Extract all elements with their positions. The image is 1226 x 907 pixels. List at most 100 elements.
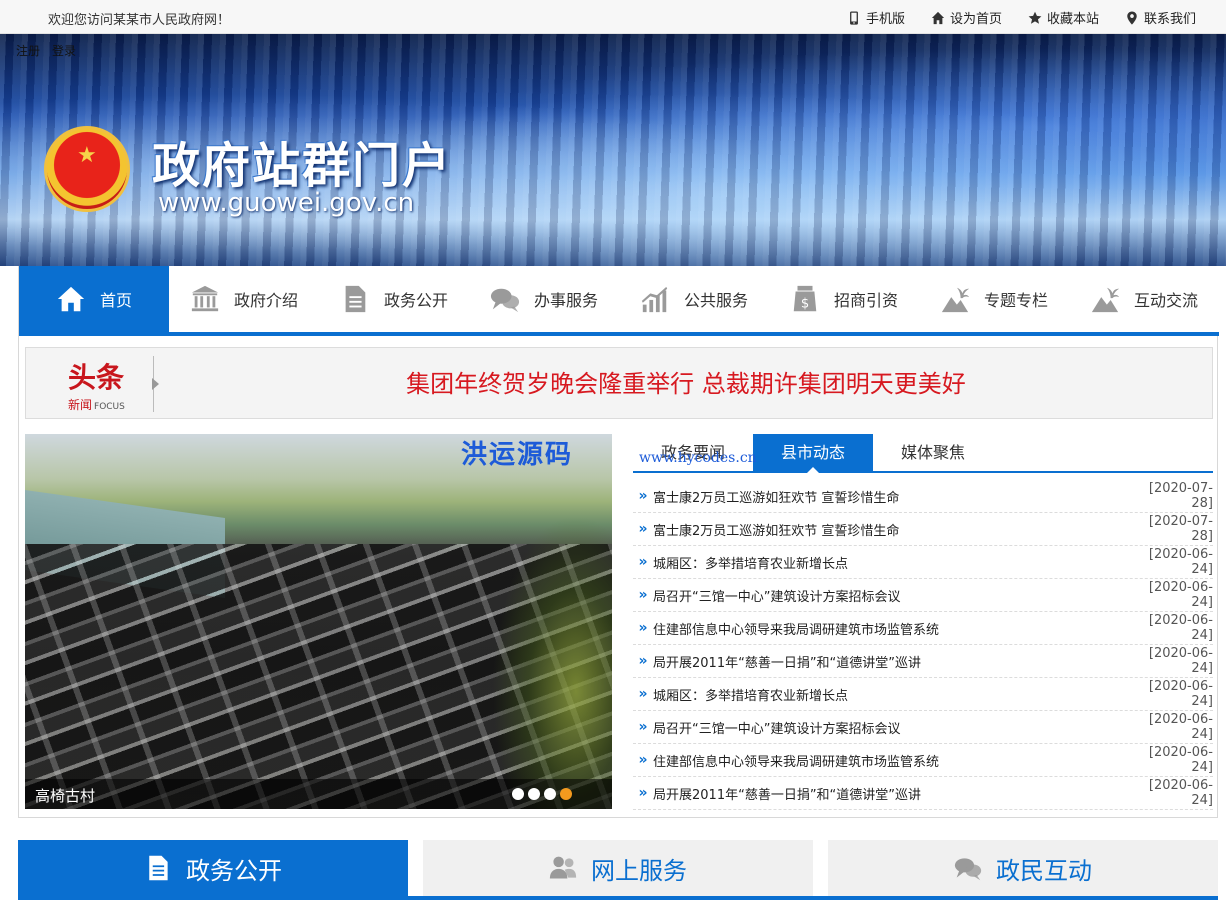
news-date: [2020-06-24] <box>1148 580 1213 610</box>
nav-item-home[interactable]: 首页 <box>19 266 169 332</box>
nav-item-label: 互动交流 <box>1133 291 1198 310</box>
location-icon <box>1127 10 1137 25</box>
document-icon <box>345 285 366 313</box>
nav-item-public-services[interactable]: 公共服务 <box>619 266 769 332</box>
news-date: [2020-06-24] <box>1148 712 1213 742</box>
nav-item-label: 办事服务 <box>533 291 598 310</box>
section-tabs: 政务公开 网上服务 政民互动 <box>18 840 1218 907</box>
list-item: » 住建部信息中心领导来我局调研建筑市场监管系统 [2020-06-24] <box>633 612 1213 645</box>
nav-item-interaction[interactable]: 互动交流 <box>1069 266 1219 332</box>
news-title-link[interactable]: 局开展2011年“慈善一日捐”和“道德讲堂”巡讲 <box>653 652 1133 671</box>
nav-item-label: 政务公开 <box>383 291 448 310</box>
slider-dot-active[interactable] <box>560 788 572 800</box>
svg-text:$: $ <box>801 296 809 311</box>
bookmark-label: 收藏本站 <box>1046 12 1099 27</box>
top-bar: 欢迎您访问某某市人民政府网！ 手机版 设为首页 收藏本站 联系我们 <box>0 0 1226 34</box>
news-title-link[interactable]: 住建部信息中心领导来我局调研建筑市场监管系统 <box>653 751 1133 770</box>
contact-link[interactable]: 联系我们 <box>1125 8 1196 27</box>
slider-tree <box>492 514 612 809</box>
tab-public-interaction[interactable]: 政民互动 <box>828 840 1218 896</box>
nav-item-label: 首页 <box>99 291 132 310</box>
slider-dot[interactable] <box>544 788 556 800</box>
document-icon <box>149 855 168 881</box>
news-watermark: www.hycodes.cn <box>639 450 757 466</box>
news-title-link[interactable]: 城厢区：多举措培育农业新增长点 <box>653 553 1133 572</box>
palm-icon <box>1091 287 1120 313</box>
news-title-link[interactable]: 住建部信息中心领导来我局调研建筑市场监管系统 <box>653 619 1133 638</box>
tab-government-affairs[interactable]: 政务公开 <box>18 840 408 896</box>
tab-county-news[interactable]: 县市动态 <box>753 434 873 473</box>
site-url: www.guowei.gov.cn <box>158 188 415 218</box>
news-title-link[interactable]: 局召开“三馆一中心”建筑设计方案招标会议 <box>653 718 1133 737</box>
mobile-version-label: 手机版 <box>865 12 905 27</box>
home-icon <box>57 286 85 312</box>
home-icon <box>931 11 945 24</box>
headline-logo-news: 新闻 <box>68 398 93 412</box>
nav-item-investment[interactable]: $ 招商引资 <box>769 266 919 332</box>
slider-caption-bar: 高椅古村 <box>25 779 612 809</box>
nav-item-government-intro[interactable]: 政府介绍 <box>169 266 319 332</box>
news-title-link[interactable]: 局召开“三馆一中心”建筑设计方案招标会议 <box>653 586 1133 605</box>
star-icon <box>1028 11 1042 24</box>
nav-item-services[interactable]: 办事服务 <box>469 266 619 332</box>
news-title-link[interactable]: 富士康2万员工巡游如狂欢节 宣誓珍惜生命 <box>653 487 1133 506</box>
double-chevron-icon: » <box>638 554 648 570</box>
list-item: » 局召开“三馆一中心”建筑设计方案招标会议 [2020-06-24] <box>633 579 1213 612</box>
register-link[interactable]: 注册 <box>16 42 40 59</box>
nav-item-label: 公共服务 <box>683 291 748 310</box>
contact-label: 联系我们 <box>1143 12 1196 27</box>
news-date: [2020-07-28] <box>1148 481 1213 511</box>
news-title-link[interactable]: 城厢区：多举措培育农业新增长点 <box>653 685 1133 704</box>
palm-icon <box>941 287 970 313</box>
news-date: [2020-06-24] <box>1148 646 1213 676</box>
chevron-right-icon <box>152 378 159 390</box>
list-item: » 富士康2万员工巡游如狂欢节 宣誓珍惜生命 [2020-07-28] <box>633 480 1213 513</box>
photo-slider[interactable]: 洪运源码 高椅古村 <box>25 434 612 809</box>
list-item: » 局开展2011年“慈善一日捐”和“道德讲堂”巡讲 [2020-06-24] <box>633 777 1213 810</box>
slider-dots <box>512 788 572 800</box>
main-content: 首页 政府介绍 政务公开 办事服务 公共服务 $ 招商引资 专题专栏 互动交流 <box>18 266 1219 818</box>
list-item: » 城厢区：多举措培育农业新增长点 [2020-06-24] <box>633 546 1213 579</box>
headline-link[interactable]: 集团年终贺岁晚会隆重举行 总裁期许集团明天更美好 <box>166 348 1206 420</box>
main-nav: 首页 政府介绍 政务公开 办事服务 公共服务 $ 招商引资 专题专栏 互动交流 <box>19 266 1219 336</box>
national-emblem-icon: ★ <box>44 126 130 212</box>
nav-item-label: 专题专栏 <box>983 291 1048 310</box>
tab-label: 政民互动 <box>996 856 1092 885</box>
emblem-star-icon: ★ <box>77 143 97 168</box>
mobile-version-link[interactable]: 手机版 <box>847 8 905 27</box>
list-item: » 富士康2万员工巡游如狂欢节 宣誓珍惜生命 [2020-07-28] <box>633 513 1213 546</box>
site-title: 政府站群门户 <box>152 138 453 194</box>
tab-online-services[interactable]: 网上服务 <box>423 840 813 896</box>
news-title-link[interactable]: 富士康2万员工巡游如狂欢节 宣誓珍惜生命 <box>653 520 1133 539</box>
headline-logo: 头条 新闻 FOCUS <box>64 356 154 412</box>
chat-icon <box>954 858 982 881</box>
headline-logo-subtitle: 新闻 FOCUS <box>68 396 125 413</box>
tab-media-focus[interactable]: 媒体聚焦 <box>873 434 993 471</box>
list-item: » 局召开“三馆一中心”建筑设计方案招标会议 [2020-06-24] <box>633 711 1213 744</box>
double-chevron-icon: » <box>638 686 648 702</box>
bookmark-link[interactable]: 收藏本站 <box>1028 8 1099 27</box>
double-chevron-icon: » <box>638 785 648 801</box>
set-homepage-link[interactable]: 设为首页 <box>931 8 1002 27</box>
login-link[interactable]: 登录 <box>52 42 76 59</box>
tab-label: 网上服务 <box>591 856 687 885</box>
list-item: » 城厢区：多举措培育农业新增长点 [2020-06-24] <box>633 678 1213 711</box>
slider-caption[interactable]: 高椅古村 <box>35 785 95 806</box>
news-title-link[interactable]: 局开展2011年“慈善一日捐”和“道德讲堂”巡讲 <box>653 784 1133 803</box>
top-links: 手机版 设为首页 收藏本站 联系我们 <box>847 8 1196 27</box>
double-chevron-icon: » <box>638 620 648 636</box>
nav-item-special-topics[interactable]: 专题专栏 <box>919 266 1069 332</box>
chart-icon <box>641 286 668 313</box>
list-item: » 住建部信息中心领导来我局调研建筑市场监管系统 [2020-06-24] <box>633 744 1213 777</box>
nav-item-label: 招商引资 <box>833 291 898 310</box>
news-date: [2020-06-24] <box>1148 679 1213 709</box>
double-chevron-icon: » <box>638 488 648 504</box>
slider-dot[interactable] <box>512 788 524 800</box>
double-chevron-icon: » <box>638 752 648 768</box>
nav-item-label: 政府介绍 <box>233 291 298 310</box>
double-chevron-icon: » <box>638 653 648 669</box>
slider-dot[interactable] <box>528 788 540 800</box>
news-date: [2020-06-24] <box>1148 745 1213 775</box>
double-chevron-icon: » <box>638 719 648 735</box>
nav-item-government-affairs[interactable]: 政务公开 <box>319 266 469 332</box>
